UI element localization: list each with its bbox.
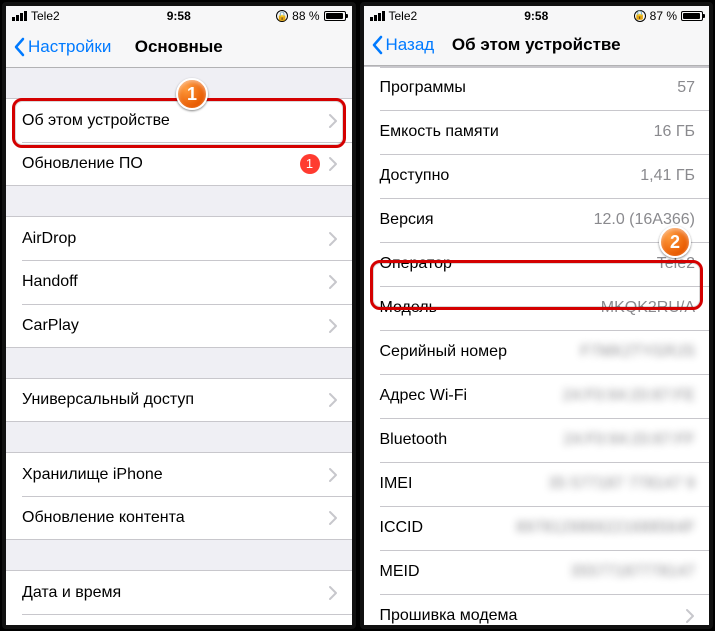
row-date-time[interactable]: Дата и время [6,570,352,614]
page-title: Об этом устройстве [452,35,621,55]
chevron-right-icon [328,510,338,526]
chevron-left-icon [370,35,384,55]
battery-icon [324,11,346,21]
clock: 9:58 [167,9,191,23]
row-label: Серийный номер [380,343,581,361]
row-airdrop[interactable]: AirDrop [6,216,352,260]
row-meid[interactable]: MEID 35577187778147 [364,550,710,594]
row-carrier[interactable]: Оператор Tele2 [364,242,710,286]
rotation-lock-icon: 🔒 [276,10,288,22]
row-modem[interactable]: Прошивка модема [364,594,710,625]
row-label: Обновление контента [22,509,320,527]
row-label: ICCID [380,519,517,537]
row-label: Адрес Wi-Fi [380,387,563,405]
battery-icon [681,11,703,21]
row-keyboard[interactable]: Клавиатура [6,614,352,625]
rotation-lock-icon: 🔒 [634,10,646,22]
row-label: Bluetooth [380,431,564,449]
row-background-refresh[interactable]: Обновление контента [6,496,352,540]
about-list[interactable]: Программы 57 Емкость памяти 16 ГБ Доступ… [364,66,710,625]
row-label: Дата и время [22,584,320,602]
chevron-right-icon [328,585,338,601]
nav-bar: Назад Об этом устройстве [364,26,710,66]
row-label: Хранилище iPhone [22,466,320,484]
back-button[interactable]: Назад [364,35,435,55]
row-value: 1,41 ГБ [640,167,695,185]
row-label: Об этом устройстве [22,112,320,130]
chevron-right-icon [328,274,338,290]
clock: 9:58 [524,9,548,23]
row-label: Программы [380,79,678,97]
row-software-update[interactable]: Обновление ПО 1 [6,142,352,186]
row-value: F7MK2TYGRJS [580,343,695,361]
row-value: 12.0 (16A366) [594,211,695,229]
row-value: 35 577187 778147 9 [548,475,695,493]
row-label: Модель [380,299,601,317]
row-iccid[interactable]: ICCID 8978129866221688564F [364,506,710,550]
row-value: 57 [677,79,695,97]
update-badge: 1 [300,154,320,174]
left-phone: Tele2 9:58 🔒 88 % Настройки Основные Об … [2,2,356,629]
row-available[interactable]: Доступно 1,41 ГБ [364,154,710,198]
row-label: Емкость памяти [380,123,654,141]
row-value: 16 ГБ [654,123,695,141]
row-about[interactable]: Об этом устройстве [6,98,352,142]
status-bar: Tele2 9:58 🔒 88 % [6,6,352,27]
row-label: IMEI [380,475,549,493]
row-value: MKQK2RU/A [601,299,695,317]
row-value: 8978129866221688564F [516,519,695,537]
chevron-right-icon [328,392,338,408]
row-label: Handoff [22,273,320,291]
row-bluetooth[interactable]: Bluetooth 24:F0:94:20:87:FF [364,418,710,462]
row-label: MEID [380,563,571,581]
chevron-right-icon [328,467,338,483]
row-label: Версия [380,211,594,229]
chevron-right-icon [328,113,338,129]
row-value: 24:F0:94:20:87:FE [562,387,695,405]
row-label: Универсальный доступ [22,391,320,409]
nav-bar: Настройки Основные [6,27,352,69]
battery-percent: 88 % [292,9,319,23]
row-serial[interactable]: Серийный номер F7MK2TYGRJS [364,330,710,374]
row-handoff[interactable]: Handoff [6,260,352,304]
back-button[interactable]: Настройки [6,37,111,57]
right-phone: Tele2 9:58 🔒 87 % Назад Об этом устройст… [360,2,714,629]
carrier-label: Tele2 [31,9,60,23]
carrier-label: Tele2 [389,9,418,23]
row-accessibility[interactable]: Универсальный доступ [6,378,352,422]
row-label: Обновление ПО [22,155,300,173]
row-value: 35577187778147 [570,563,695,581]
row-label: Оператор [380,255,657,273]
signal-icon [370,11,385,21]
back-label: Назад [386,35,435,55]
back-label: Настройки [28,37,111,57]
row-imei[interactable]: IMEI 35 577187 778147 9 [364,462,710,506]
row-capacity[interactable]: Емкость памяти 16 ГБ [364,110,710,154]
row-carplay[interactable]: CarPlay [6,304,352,348]
page-title: Основные [135,37,223,57]
status-bar: Tele2 9:58 🔒 87 % [364,6,710,26]
row-version[interactable]: Версия 12.0 (16A366) [364,198,710,242]
chevron-right-icon [685,608,695,624]
signal-icon [12,11,27,21]
chevron-right-icon [328,231,338,247]
row-label: Прошивка модема [380,607,678,625]
chevron-left-icon [12,37,26,57]
settings-list[interactable]: Об этом устройстве Обновление ПО 1 AirDr… [6,68,352,625]
row-value: 24:F0:94:20:87:FF [563,431,695,449]
row-label: Доступно [380,167,641,185]
row-label: CarPlay [22,317,320,335]
row-value: Tele2 [657,255,695,273]
row-label: AirDrop [22,230,320,248]
row-storage[interactable]: Хранилище iPhone [6,452,352,496]
row-wifi[interactable]: Адрес Wi-Fi 24:F0:94:20:87:FE [364,374,710,418]
row-apps[interactable]: Программы 57 [364,66,710,110]
chevron-right-icon [328,156,338,172]
battery-percent: 87 % [650,9,677,23]
chevron-right-icon [328,318,338,334]
row-model[interactable]: Модель MKQK2RU/A [364,286,710,330]
